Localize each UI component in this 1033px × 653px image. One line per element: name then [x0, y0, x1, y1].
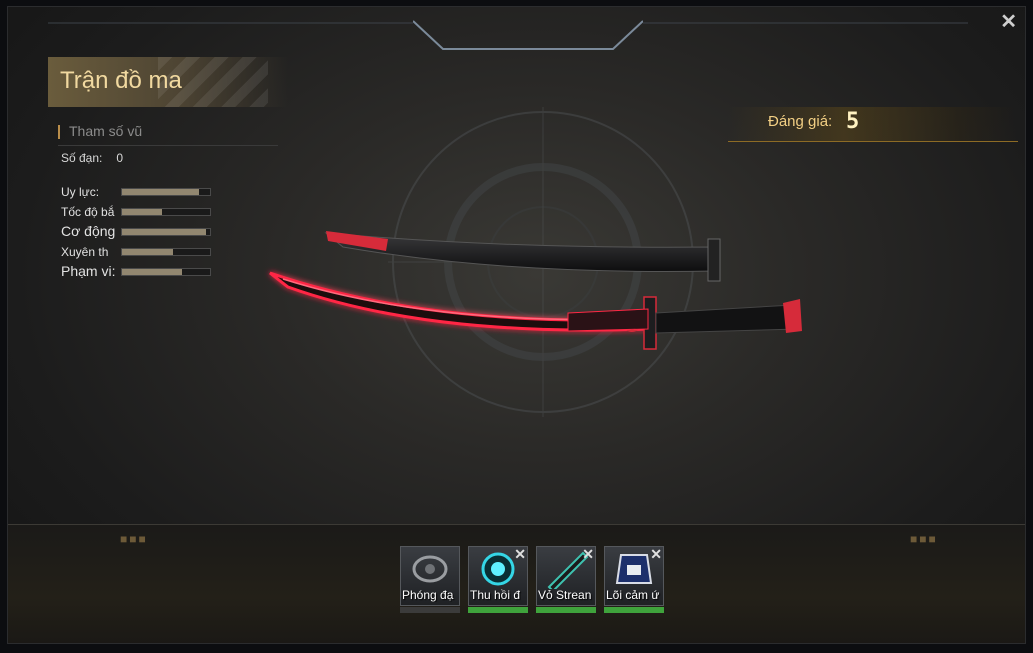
- katana-hilt: [567, 296, 802, 350]
- attachment-slot-recoil[interactable]: ✕ Thu hồi đ: [468, 546, 528, 614]
- attachment-slot-scope[interactable]: Phóng đạ: [400, 546, 460, 614]
- attachment-status-bar: [604, 607, 664, 613]
- remove-attachment-button[interactable]: ✕: [650, 546, 662, 563]
- attachment-label: Vỏ Strean: [538, 588, 592, 602]
- scope-icon: [412, 555, 448, 583]
- remove-attachment-button[interactable]: ✕: [514, 546, 526, 563]
- attachment-label: Lõi cảm ứ: [606, 588, 660, 602]
- remove-attachment-button[interactable]: ✕: [582, 546, 594, 563]
- attachment-status-bar: [468, 607, 528, 613]
- weapon-detail-panel: ✕ Trận đồ ma Tham số vũ Số đạn: 0 Uy lực:…: [7, 6, 1026, 644]
- scabbard: [324, 231, 721, 282]
- attachment-label: Phóng đạ: [402, 588, 454, 602]
- attachment-slot-sheath[interactable]: ✕ Vỏ Strean: [536, 546, 596, 614]
- attachment-status-bar: [536, 607, 596, 613]
- attachment-slot-core[interactable]: ✕ Lõi cảm ứ: [604, 546, 664, 614]
- attachment-status-bar: [400, 607, 460, 613]
- attachment-label: Thu hồi đ: [470, 588, 521, 602]
- bar-dots-right: ■■■: [910, 532, 938, 546]
- bar-dots-left: ■■■: [120, 532, 148, 546]
